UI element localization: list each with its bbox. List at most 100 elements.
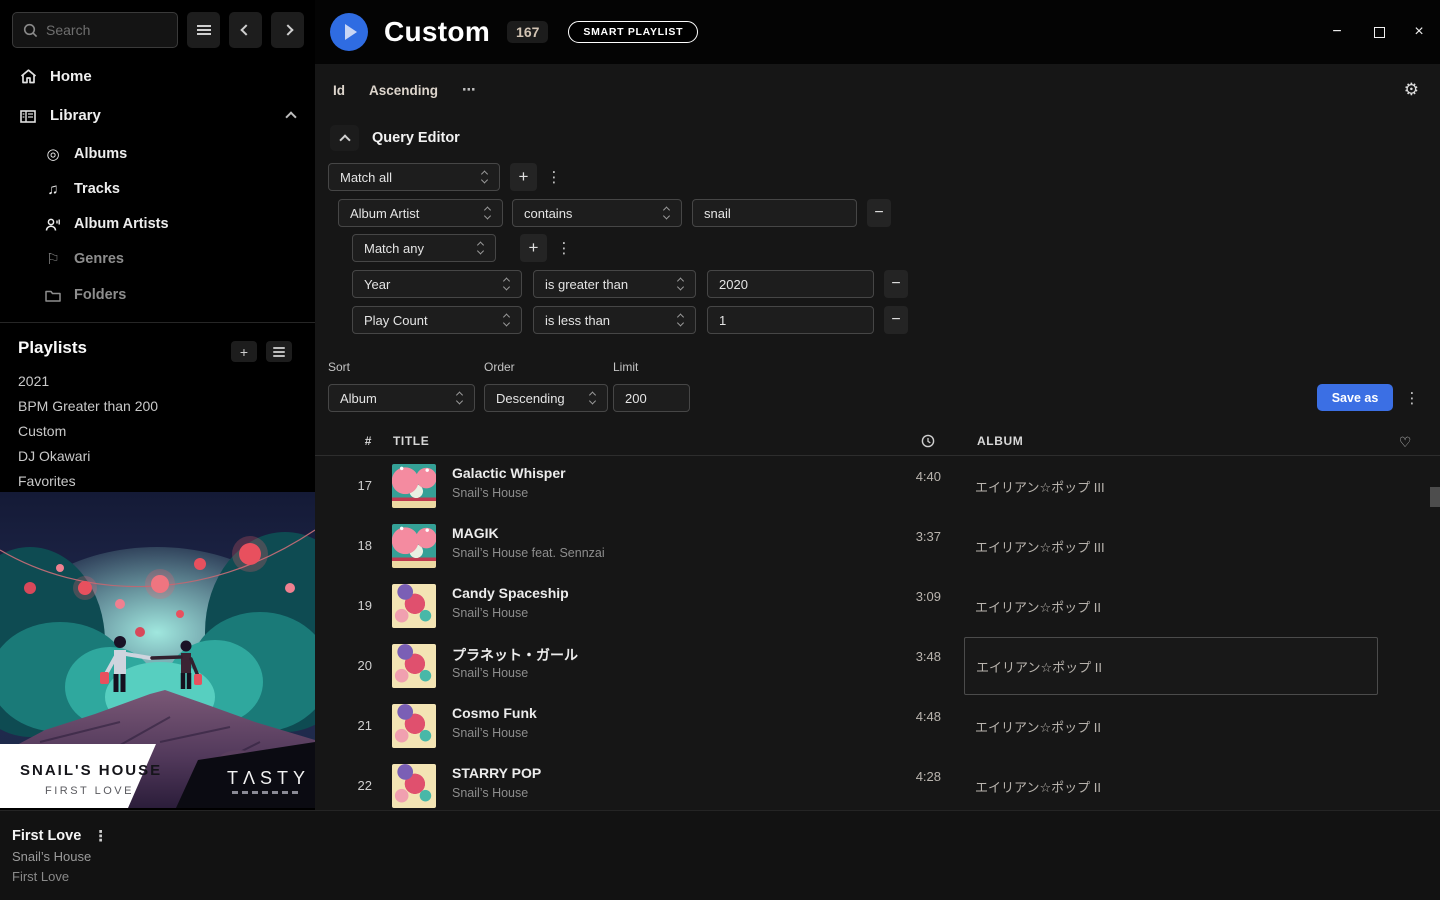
- remove-rule-button[interactable]: −: [867, 199, 891, 227]
- track-title[interactable]: Cosmo Funk: [452, 705, 537, 721]
- column-album[interactable]: ALBUM: [977, 434, 1023, 448]
- track-album[interactable]: エイリアン☆ポップ III: [964, 456, 1378, 516]
- forward-button[interactable]: [271, 12, 304, 48]
- track-artist[interactable]: Snail’s House: [452, 486, 528, 500]
- remove-group-rule2-button[interactable]: −: [884, 306, 908, 334]
- track-album-art[interactable]: [392, 764, 436, 808]
- sidebar-item-album-artists[interactable]: Album Artists: [0, 209, 315, 239]
- menu-button[interactable]: [187, 12, 220, 48]
- maximize-button[interactable]: [1368, 22, 1390, 42]
- remove-group-rule1-button[interactable]: −: [884, 270, 908, 298]
- clock-icon[interactable]: [921, 434, 935, 448]
- column-index[interactable]: #: [357, 434, 372, 448]
- select-value: is less than: [545, 313, 610, 328]
- search-box[interactable]: [12, 12, 178, 48]
- column-title[interactable]: TITLE: [393, 434, 429, 448]
- track-album[interactable]: エイリアン☆ポップ II: [964, 696, 1378, 756]
- track-album[interactable]: エイリアン☆ポップ III: [964, 516, 1378, 576]
- select-value: is greater than: [545, 277, 628, 292]
- group-rule1-value-input[interactable]: [719, 277, 862, 292]
- track-duration: 3:37: [866, 529, 941, 544]
- track-album-art[interactable]: [392, 584, 436, 628]
- table-row[interactable]: 22 STARRY POP Snail’s House 4:28 エイリアン☆ポ…: [315, 756, 1440, 810]
- add-group-rule-button[interactable]: +: [520, 234, 547, 262]
- more-options-button[interactable]: ⋯: [462, 82, 476, 98]
- rule-operator-select[interactable]: contains: [512, 199, 682, 227]
- group-menu-button[interactable]: ⋮: [555, 234, 573, 262]
- track-album-focused-cell[interactable]: エイリアン☆ポップ II: [964, 637, 1378, 695]
- rule-group-menu-button[interactable]: ⋮: [545, 163, 563, 191]
- add-playlist-button[interactable]: +: [231, 341, 257, 362]
- sort-field-button[interactable]: Id: [333, 83, 345, 98]
- group-rule1-field-select[interactable]: Year: [352, 270, 522, 298]
- sidebar-item-albums[interactable]: ◎ Albums: [0, 139, 315, 169]
- search-icon: [23, 23, 38, 38]
- back-button[interactable]: [229, 12, 262, 48]
- track-artist[interactable]: Snail’s House: [452, 666, 528, 680]
- order-select[interactable]: Descending: [484, 384, 608, 412]
- track-title[interactable]: Galactic Whisper: [452, 465, 566, 481]
- track-artist[interactable]: Snail’s House: [452, 726, 528, 740]
- root-match-select[interactable]: Match all: [328, 163, 500, 191]
- playlist-list-button[interactable]: [266, 341, 292, 362]
- save-as-button[interactable]: Save as: [1317, 384, 1393, 411]
- scrollbar-thumb[interactable]: [1430, 487, 1440, 507]
- table-row[interactable]: 19 Candy Spaceship Snail’s House 3:09 エイ…: [315, 576, 1440, 636]
- rule-value-input[interactable]: [704, 206, 845, 221]
- group-match-select[interactable]: Match any: [352, 234, 496, 262]
- table-row[interactable]: 17 Galactic Whisper Snail’s House 4:40 エ…: [315, 456, 1440, 516]
- playlist-item[interactable]: Favorites: [18, 469, 298, 493]
- table-row[interactable]: 20 プラネット・ガール Snail’s House 3:48 エイリアン☆ポッ…: [315, 636, 1440, 696]
- sort-select[interactable]: Album: [328, 384, 475, 412]
- query-more-button[interactable]: ⋮: [1402, 384, 1422, 412]
- now-playing-artist[interactable]: Snail’s House: [12, 849, 91, 864]
- settings-button[interactable]: ⚙: [1404, 80, 1419, 100]
- search-input[interactable]: [46, 22, 156, 38]
- minimize-button[interactable]: −: [1326, 22, 1348, 42]
- add-rule-button[interactable]: +: [510, 163, 537, 191]
- query-editor-collapse-button[interactable]: [330, 125, 359, 151]
- playlist-item[interactable]: BPM Greater than 200: [18, 394, 298, 418]
- sidebar-item-library[interactable]: Library: [0, 99, 315, 131]
- group-rule2-field-select[interactable]: Play Count: [352, 306, 522, 334]
- table-row[interactable]: 21 Cosmo Funk Snail’s House 4:48 エイリアン☆ポ…: [315, 696, 1440, 756]
- now-playing-title[interactable]: First Love: [12, 828, 81, 844]
- track-count-badge: 167: [507, 21, 548, 43]
- track-artist[interactable]: Snail’s House: [452, 786, 528, 800]
- sidebar-item-genres[interactable]: ⚐ Genres: [0, 244, 315, 274]
- table-row[interactable]: 18 MAGIK Snail’s House feat. Sennzai 3:3…: [315, 516, 1440, 576]
- playlist-header: Custom 167 SMART PLAYLIST − ×: [315, 0, 1440, 64]
- now-playing-album-art[interactable]: SNAIL'S HOUSE FIRST LOVE TΛSTY: [0, 492, 315, 808]
- sidebar-item-folders[interactable]: Folders: [0, 280, 315, 310]
- play-playlist-button[interactable]: [330, 13, 368, 51]
- now-playing-album[interactable]: First Love: [12, 869, 69, 884]
- group-rule2-operator-select[interactable]: is less than: [533, 306, 696, 334]
- player-bar: First Love ⋮ Snail’s House First Love 0:…: [0, 810, 1440, 900]
- track-album-art[interactable]: [392, 524, 436, 568]
- sort-direction-button[interactable]: Ascending: [369, 83, 438, 98]
- group-rule1-operator-select[interactable]: is greater than: [533, 270, 696, 298]
- track-title[interactable]: STARRY POP: [452, 765, 541, 781]
- track-artist[interactable]: Snail’s House feat. Sennzai: [452, 546, 605, 560]
- heart-icon[interactable]: ♡: [1399, 434, 1412, 451]
- chevron-up-icon[interactable]: [285, 111, 296, 122]
- close-button[interactable]: ×: [1408, 22, 1430, 42]
- track-title[interactable]: MAGIK: [452, 525, 499, 541]
- limit-input[interactable]: [625, 391, 678, 406]
- playlist-item[interactable]: DJ Okawari: [18, 444, 298, 468]
- track-title[interactable]: Candy Spaceship: [452, 585, 569, 601]
- track-album[interactable]: エイリアン☆ポップ II: [964, 576, 1378, 636]
- track-album[interactable]: エイリアン☆ポップ II: [964, 756, 1378, 810]
- track-album-art[interactable]: [392, 464, 436, 508]
- playlist-item[interactable]: Custom: [18, 419, 298, 443]
- track-menu-button[interactable]: ⋮: [93, 827, 108, 845]
- rule-field-select[interactable]: Album Artist: [338, 199, 503, 227]
- track-title[interactable]: プラネット・ガール: [452, 645, 578, 665]
- sidebar-item-tracks[interactable]: ♫ Tracks: [0, 174, 315, 204]
- group-rule2-value-input[interactable]: [719, 313, 862, 328]
- track-album-art[interactable]: [392, 644, 436, 688]
- playlist-item[interactable]: 2021: [18, 369, 298, 393]
- track-artist[interactable]: Snail’s House: [452, 606, 528, 620]
- sidebar-item-home[interactable]: Home: [0, 60, 315, 92]
- track-album-art[interactable]: [392, 704, 436, 748]
